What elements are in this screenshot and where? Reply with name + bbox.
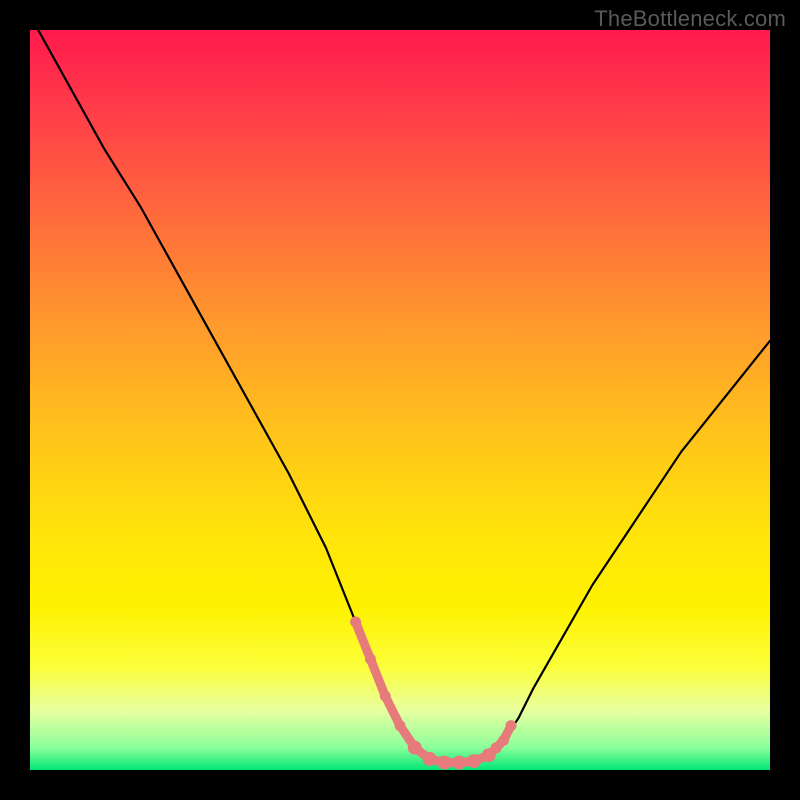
highlight-dot <box>498 735 509 746</box>
highlight-dot <box>452 756 466 770</box>
highlight-dot <box>350 617 361 628</box>
curve-svg <box>30 30 770 770</box>
highlight-dots-group <box>350 617 516 770</box>
bottleneck-curve <box>30 30 770 763</box>
highlight-dot <box>365 654 376 665</box>
highlight-dot <box>380 691 391 702</box>
highlight-dot <box>506 720 517 731</box>
highlight-floor-stroke <box>356 622 511 763</box>
highlight-dot <box>467 754 481 768</box>
watermark-text: TheBottleneck.com <box>594 6 786 32</box>
highlight-dot <box>408 741 422 755</box>
plot-area <box>30 30 770 770</box>
outer-frame: TheBottleneck.com <box>0 0 800 800</box>
highlight-dot <box>423 752 437 766</box>
highlight-dot <box>395 720 406 731</box>
highlight-dot <box>437 756 451 770</box>
